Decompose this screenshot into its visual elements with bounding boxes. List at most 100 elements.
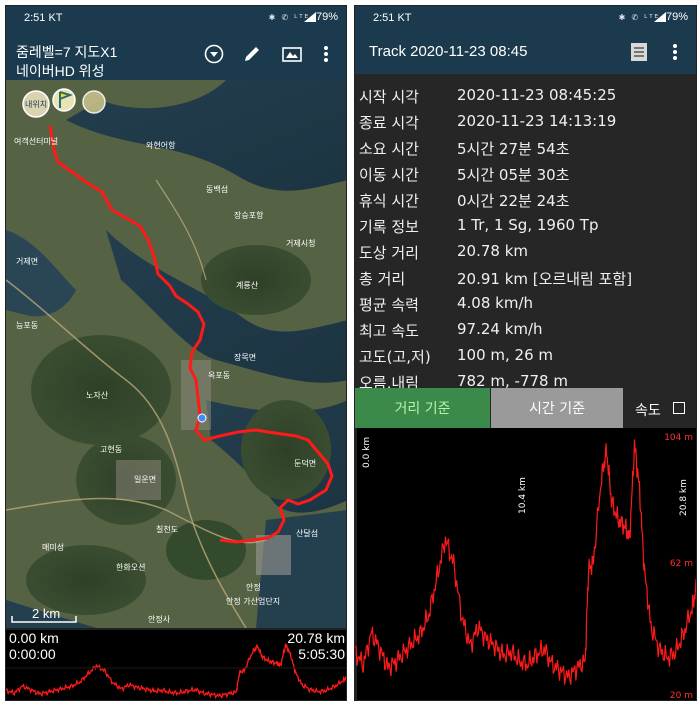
map-label: 와현어항 xyxy=(146,140,176,150)
tab-time[interactable]: 시간 기준 xyxy=(491,388,623,428)
stat-row: 고도(고,저) 100 m, 26 m xyxy=(355,342,696,368)
stat-row: 도상 거리 20.78 km xyxy=(355,238,696,264)
stat-value: 20.91 km [오르내림 포함] xyxy=(457,270,633,288)
stat-row: 종료 시각 2020-11-23 14:13:19 xyxy=(355,108,696,134)
speed-checkbox[interactable] xyxy=(673,402,685,414)
stat-value: 20.78 km xyxy=(457,242,529,260)
more-vertical-icon xyxy=(673,44,677,60)
start-distance: 0.00 km xyxy=(9,630,59,646)
elevation-mini-line xyxy=(6,643,346,700)
map-label: 계룡산 xyxy=(236,280,259,290)
map-label: 둔덕면 xyxy=(294,458,316,468)
map-label: 안정사 xyxy=(148,614,171,624)
stat-value: 2020-11-23 08:45:25 xyxy=(457,86,617,104)
map-app-bar: 줌레벨=7 지도X1 네이버HD 위성 xyxy=(6,30,346,80)
stat-label: 휴식 시간 xyxy=(359,192,419,210)
signal-icon xyxy=(654,12,666,22)
stat-row: 이동 시간 5시간 05분 30초 xyxy=(355,160,696,186)
track-info-screen: 2:51 KT ✱ ✆ ᴸᵀᴱ 79% Track 2020-11-23 08:… xyxy=(354,5,697,701)
battery-text: 79% xyxy=(665,11,688,23)
map-label: 칠천도 xyxy=(156,524,178,534)
stat-row: 소요 시간 5시간 27분 54초 xyxy=(355,134,696,160)
satellite-map[interactable]: 여객선터미널 와현어항 동백섬 장승포항 거제시청 계룡산 노자산 고현동 능포… xyxy=(6,80,347,628)
y-tick-label: 104 m xyxy=(664,433,693,443)
status-time: 2:51 KT xyxy=(373,12,412,24)
stat-row: 시작 시각 2020-11-23 08:45:25 xyxy=(355,82,696,108)
map-source-label: 네이버HD 위성 xyxy=(16,63,105,79)
x-tick-label: 0.0 km xyxy=(362,437,372,468)
status-time: 2:51 KT xyxy=(24,12,63,24)
stat-label: 평균 속력 xyxy=(359,296,419,314)
map-label: 거제면 xyxy=(16,256,38,266)
stat-row: 기록 정보 1 Tr, 1 Sg, 1960 Tp xyxy=(355,212,696,238)
tab-distance[interactable]: 거리 기준 xyxy=(355,388,490,428)
map-label: 능포동 xyxy=(16,321,38,330)
speed-toggle-label: 속도 xyxy=(635,403,661,419)
map-label: 일운면 xyxy=(134,474,156,484)
stat-row: 평균 속력 4.08 km/h xyxy=(355,290,696,316)
end-marker-icon xyxy=(82,90,106,114)
map-label: 안정 xyxy=(246,582,261,592)
y-tick-label: 20 m xyxy=(670,691,693,701)
overflow-menu-button[interactable] xyxy=(661,38,689,66)
track-stats: 시작 시각 2020-11-23 08:45:25 종료 시각 2020-11-23… xyxy=(355,74,696,392)
elevation-line xyxy=(355,439,696,685)
stat-label: 소요 시간 xyxy=(359,140,419,158)
list-button[interactable] xyxy=(625,38,653,66)
more-vertical-icon xyxy=(324,46,328,62)
map-label: 고현동 xyxy=(100,445,122,454)
stat-label: 종료 시각 xyxy=(359,114,419,132)
status-bar: 2:51 KT ✱ ✆ ᴸᵀᴱ 79% xyxy=(6,6,346,30)
stat-label: 최고 속도 xyxy=(359,322,419,340)
stat-value: 100 m, 26 m xyxy=(457,346,554,364)
map-label: 장승포항 xyxy=(234,210,264,220)
pencil-icon xyxy=(245,47,259,61)
map-label: 노자산 xyxy=(86,390,109,400)
map-label: 한화오션 xyxy=(116,562,145,572)
end-time: 5:05:30 xyxy=(298,646,345,662)
stat-value: 2020-11-23 14:13:19 xyxy=(457,112,617,130)
elevation-chart[interactable]: 104 m 62 m 20 m 0.0 km 10.4 km 20.8 km xyxy=(355,428,696,701)
stat-value: 1 Tr, 1 Sg, 1960 Tp xyxy=(457,216,599,234)
status-bar: 2:51 KT ✱ ✆ ᴸᵀᴱ 79% xyxy=(355,6,696,30)
map-canvas[interactable]: 여객선터미널 와현어항 동백섬 장승포항 거제시청 계룡산 노자산 고현동 능포… xyxy=(6,80,347,628)
track-title: Track 2020-11-23 08:45 xyxy=(369,43,528,60)
map-icon xyxy=(282,47,302,62)
elevation-strip[interactable]: 0.00 km 0:00:00 20.78 km 5:05:30 xyxy=(6,628,346,700)
map-label: 동백섬 xyxy=(206,184,228,194)
stat-label: 도상 거리 xyxy=(359,244,419,262)
map-label: 옥포동 xyxy=(208,371,230,380)
signal-icon xyxy=(304,12,316,22)
scale-label: 2 km xyxy=(32,606,60,621)
map-label: 안정 가산업단지 xyxy=(226,596,280,606)
stat-value: 97.24 km/h xyxy=(457,320,543,338)
stat-label: 기록 정보 xyxy=(359,218,419,236)
dropdown-button[interactable] xyxy=(200,40,228,68)
stat-row: 최고 속도 97.24 km/h xyxy=(355,316,696,342)
edit-button[interactable] xyxy=(238,40,266,68)
stat-label: 이동 시간 xyxy=(359,166,419,184)
map-label: 장목면 xyxy=(234,352,256,362)
elevation-chart-svg: 104 m 62 m 20 m 0.0 km 10.4 km 20.8 km xyxy=(355,428,696,701)
track-app-bar: Track 2020-11-23 08:45 xyxy=(355,30,696,74)
map-layer-button[interactable] xyxy=(278,40,306,68)
battery-text: 79% xyxy=(315,11,338,23)
overflow-menu-button[interactable] xyxy=(312,40,340,68)
x-tick-label: 10.4 km xyxy=(518,477,528,514)
stat-value: 5시간 27분 54초 xyxy=(457,140,570,158)
my-location-button[interactable]: 내위치 xyxy=(22,90,50,118)
map-label: 거제시청 xyxy=(286,239,315,248)
stat-row: 휴식 시간 0시간 22분 24초 xyxy=(355,186,696,212)
y-tick-label: 62 m xyxy=(670,559,693,569)
map-label: 여객선터미널 xyxy=(14,136,58,146)
map-label: 매미성 xyxy=(42,543,64,552)
end-distance: 20.78 km xyxy=(287,630,345,646)
zoom-level-label: 줌레벨=7 지도X1 xyxy=(16,44,118,60)
stat-label: 시작 시각 xyxy=(359,88,419,106)
x-tick-label: 20.8 km xyxy=(679,479,689,516)
chevron-down-icon xyxy=(204,44,224,64)
map-label: 산달섬 xyxy=(296,528,318,538)
stat-value: 5시간 05분 30초 xyxy=(457,166,570,184)
current-position-icon xyxy=(197,413,207,423)
list-icon xyxy=(631,43,647,61)
